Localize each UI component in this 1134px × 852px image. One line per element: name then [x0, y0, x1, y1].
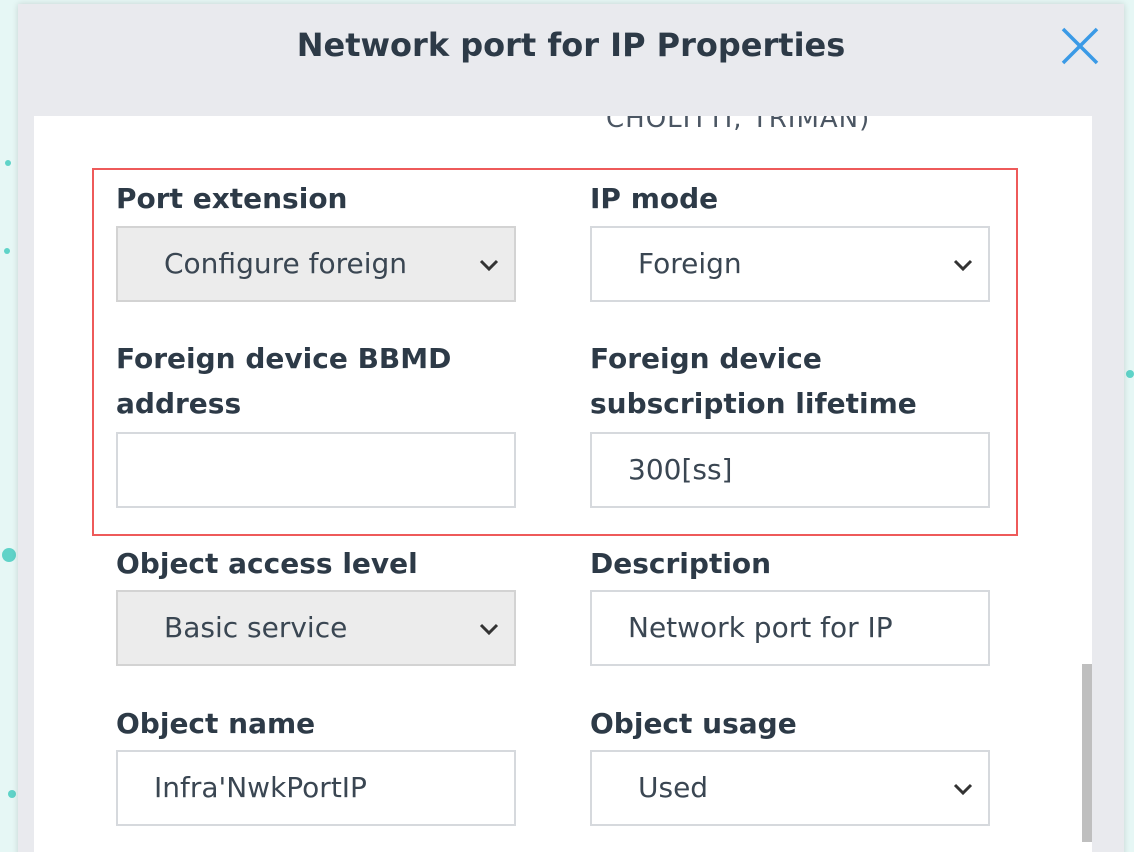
subscription-lifetime-input[interactable]: 300[ss] [590, 432, 990, 508]
description-input[interactable]: Network port for IP [590, 590, 990, 666]
description-label: Description [590, 547, 772, 580]
object-access-level-select[interactable]: Basic service [116, 590, 516, 666]
background-dot [1126, 370, 1134, 378]
chevron-down-icon [953, 259, 973, 272]
ip-mode-value: Foreign [638, 247, 742, 280]
properties-dialog: Network port for IP Properties CHOLITTI,… [18, 4, 1124, 852]
background-dot [4, 248, 10, 254]
scrollbar-thumb[interactable] [1082, 664, 1092, 842]
chevron-down-icon [479, 259, 499, 272]
background-dot [2, 548, 16, 562]
truncated-text: CHOLITTI, TRIMAN) [606, 116, 871, 134]
dialog-title: Network port for IP Properties [296, 26, 846, 64]
object-usage-value: Used [638, 771, 709, 804]
properties-panel: CHOLITTI, TRIMAN) Port extension Configu… [34, 116, 1092, 852]
object-name-input[interactable]: Infra'NwkPortIP [116, 750, 516, 826]
description-value: Network port for IP [628, 611, 893, 644]
background-dot [8, 790, 16, 798]
chevron-down-icon [479, 623, 499, 636]
bbmd-address-input[interactable] [116, 432, 516, 508]
bbmd-address-label-line2: address [116, 387, 242, 420]
object-name-label: Object name [116, 707, 316, 740]
subscription-lifetime-label-line2: subscription lifetime [590, 387, 917, 420]
object-access-level-value: Basic service [164, 611, 348, 644]
object-name-value: Infra'NwkPortIP [154, 771, 367, 804]
port-extension-select[interactable]: Configure foreign [116, 226, 516, 302]
subscription-lifetime-value: 300[ss] [628, 453, 733, 486]
port-extension-label: Port extension [116, 182, 348, 215]
port-extension-value: Configure foreign [164, 247, 408, 280]
chevron-down-icon [953, 783, 973, 796]
object-access-level-label: Object access level [116, 547, 418, 580]
object-usage-select[interactable]: Used [590, 750, 990, 826]
ip-mode-label: IP mode [590, 182, 719, 215]
dialog-header: Network port for IP Properties [18, 4, 1124, 114]
close-button[interactable] [1058, 24, 1102, 68]
object-usage-label: Object usage [590, 707, 797, 740]
subscription-lifetime-label-line1: Foreign device [590, 342, 822, 375]
bbmd-address-label-line1: Foreign device BBMD [116, 342, 452, 375]
close-icon [1061, 27, 1099, 65]
background-dot [5, 160, 11, 166]
ip-mode-select[interactable]: Foreign [590, 226, 990, 302]
